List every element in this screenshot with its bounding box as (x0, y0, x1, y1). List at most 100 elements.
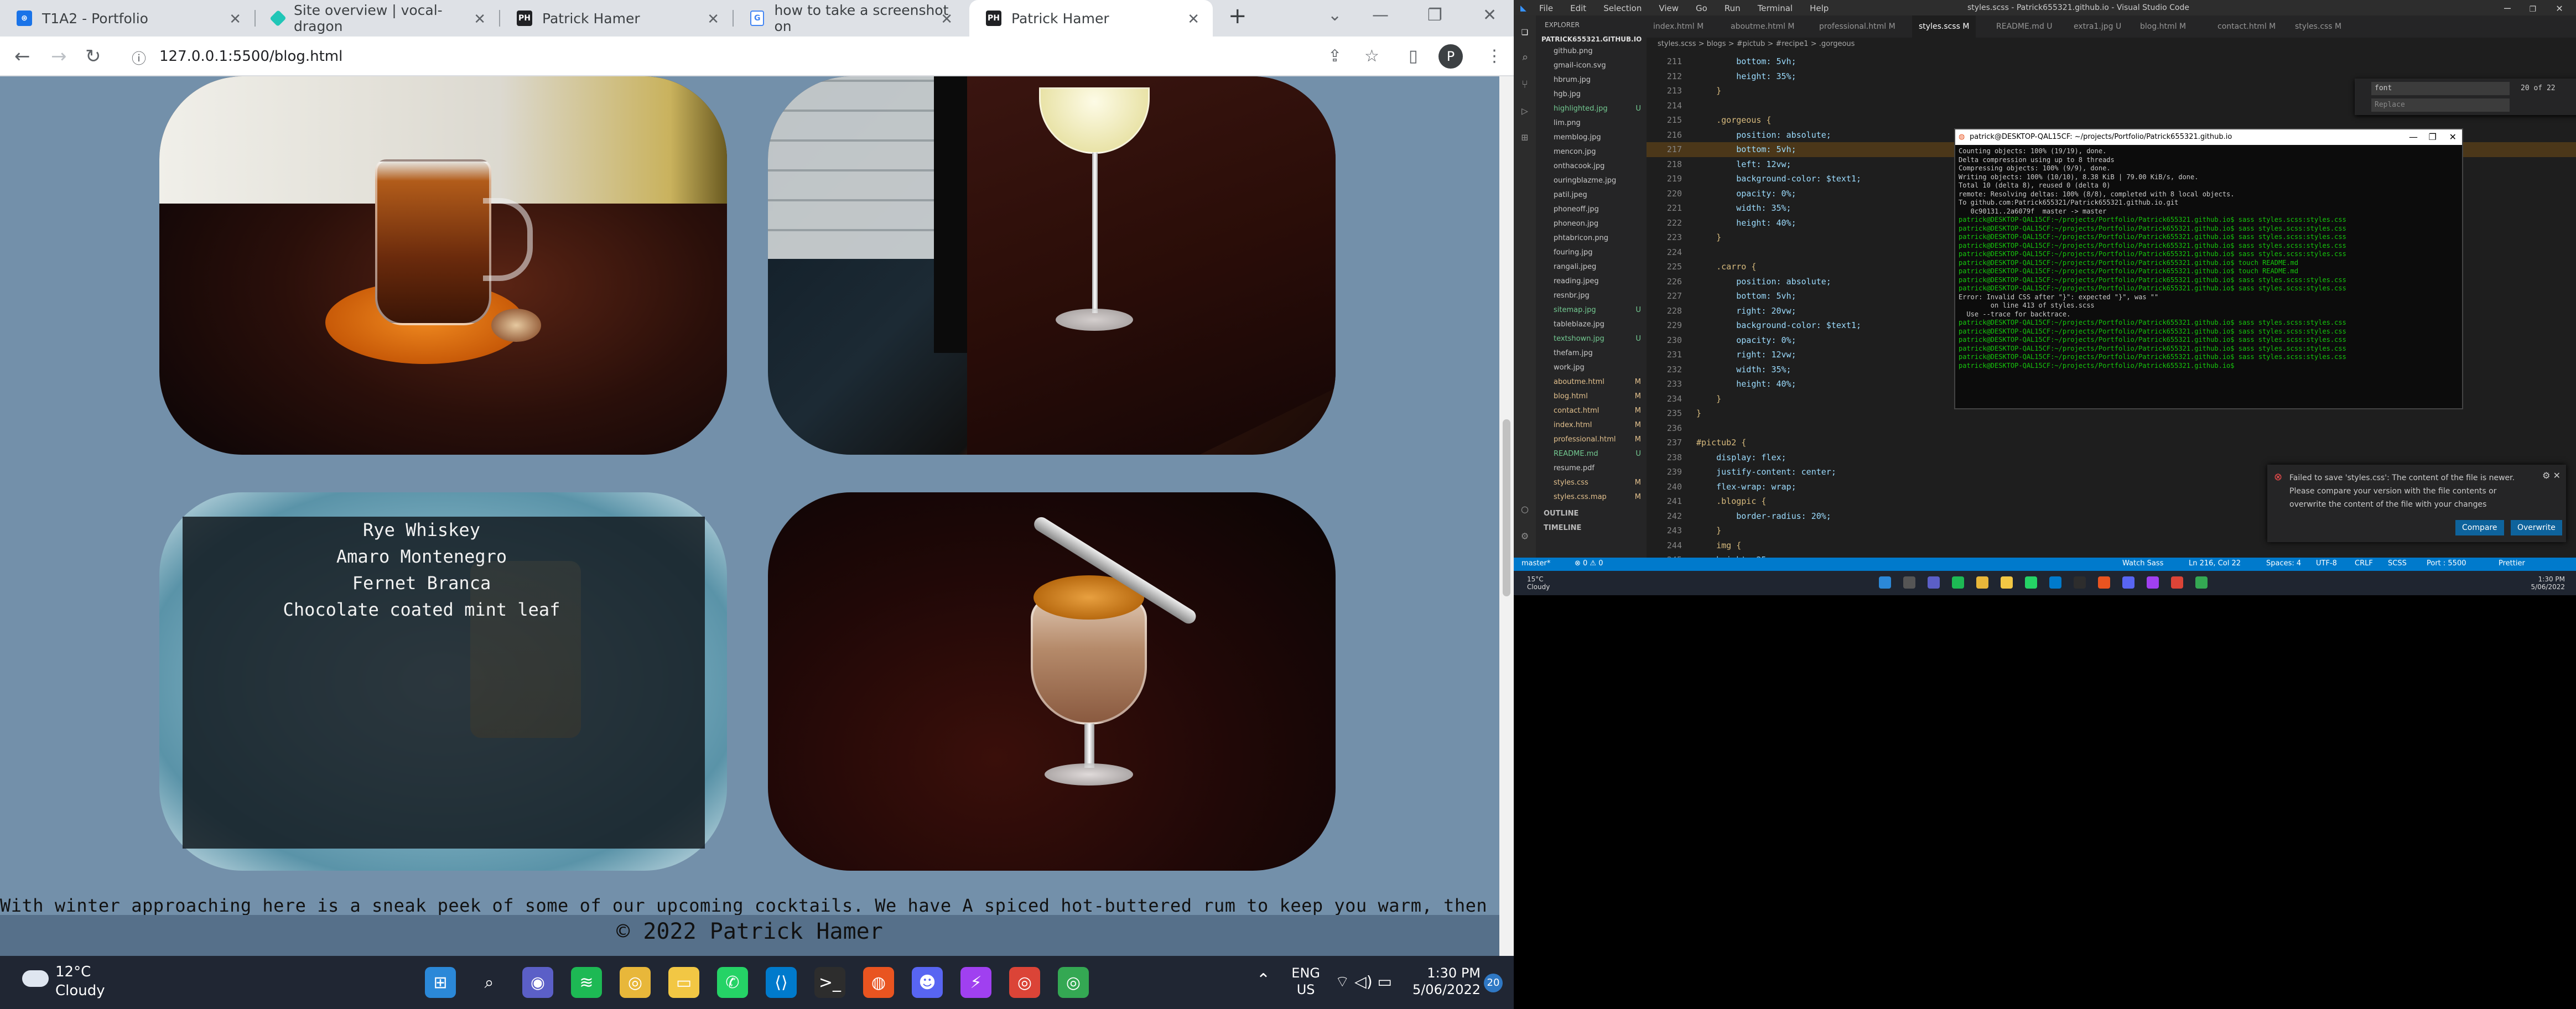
file-item[interactable]: professional.html M (1536, 433, 1647, 447)
menu-item[interactable]: Terminal (1758, 3, 1793, 13)
editor-tab[interactable]: extra1.jpg U (2067, 15, 2128, 38)
search-icon[interactable]: ⌕ (1518, 51, 1531, 64)
file-item[interactable]: phoneon.jpg (1536, 217, 1647, 231)
file-item[interactable]: index.html M (1536, 418, 1647, 433)
branch-status[interactable]: master* (1521, 559, 1550, 568)
file-item[interactable]: highlighted.jpg U (1536, 102, 1647, 116)
problems-status[interactable]: ⊗ 0 ⚠ 0 (1575, 559, 1603, 568)
menu-item[interactable]: Help (1810, 3, 1829, 13)
file-item[interactable]: rangali.jpeg (1536, 260, 1647, 274)
clock[interactable]: 1:30 PM 5/06/2022 (2531, 575, 2565, 591)
file-item[interactable]: fouring.jpg (1536, 246, 1647, 260)
mini-windows-start-icon[interactable] (1879, 576, 1891, 589)
mini-whatsapp-icon[interactable] (2025, 576, 2037, 589)
tab-search-chevron-icon[interactable]: ⌄ (1328, 6, 1342, 25)
project-folder[interactable]: PATRICK655321.GITHUB.IO (1536, 34, 1647, 44)
chrome-profile-icon[interactable]: ◎ (1009, 967, 1040, 998)
file-item[interactable]: mencon.jpg (1536, 145, 1647, 159)
mini-messenger-icon[interactable] (2147, 576, 2159, 589)
new-tab-button[interactable]: + (1228, 3, 1247, 29)
tab-google-search[interactable]: G how to take a screenshot on ✕ (734, 0, 966, 37)
weather-widget[interactable]: 15°C Cloudy (1527, 575, 1550, 591)
file-item[interactable]: hgb.jpg (1536, 87, 1647, 102)
address-bar[interactable]: ⓘ 127.0.0.1:5500/blog.html (117, 42, 1301, 71)
file-item[interactable]: memblog.jpg (1536, 131, 1647, 145)
back-arrow-icon[interactable]: ← (14, 45, 30, 67)
source-control-icon[interactable]: ⑂ (1518, 77, 1531, 91)
file-item[interactable]: work.jpg (1536, 361, 1647, 375)
cursor-position[interactable]: Ln 216, Col 22 (2189, 559, 2241, 568)
mini-teams-chat-icon[interactable] (1928, 576, 1940, 589)
info-icon[interactable]: ⓘ (132, 48, 146, 68)
prettier-status[interactable]: Prettier (2499, 559, 2525, 568)
file-item[interactable]: textshown.jpg U (1536, 332, 1647, 346)
editor-tab[interactable]: professional.html M (1812, 15, 1902, 38)
file-item[interactable]: tableblaze.jpg (1536, 318, 1647, 332)
file-item[interactable]: reading.jpeg (1536, 274, 1647, 289)
run-debug-icon[interactable]: ▷ (1518, 104, 1531, 117)
file-item[interactable]: thefam.jpg (1536, 346, 1647, 361)
compare-button[interactable]: Compare (2455, 520, 2504, 535)
outline-section[interactable]: OUTLINE (1536, 507, 1647, 521)
editor-tab[interactable]: styles.scss M (1912, 15, 1976, 38)
file-item[interactable]: ouringblazme.jpg (1536, 174, 1647, 188)
file-item[interactable]: phoneoff.jpg (1536, 202, 1647, 217)
close-icon[interactable]: ✕ (229, 11, 241, 28)
clock[interactable]: 1:30 PM 5/06/2022 (1412, 965, 1481, 998)
menu-item[interactable]: View (1659, 3, 1679, 13)
profile-avatar[interactable]: P (1438, 44, 1463, 69)
search-icon[interactable]: ⌕ (474, 967, 505, 998)
language-indicator[interactable]: ENG US (1291, 965, 1320, 998)
chrome-icon[interactable]: ◎ (620, 967, 651, 998)
restore-icon[interactable]: ❐ (1427, 6, 1442, 25)
indent-status[interactable]: Spaces: 4 (2266, 559, 2301, 568)
file-explorer-icon[interactable]: ▭ (668, 967, 699, 998)
extensions-icon[interactable]: ⊞ (1518, 131, 1531, 144)
replace-input[interactable]: Replace (2371, 98, 2510, 112)
timeline-section[interactable]: TIMELINE (1536, 521, 1647, 535)
mini-spotify-icon[interactable] (1952, 576, 1964, 589)
restore-icon[interactable]: ❐ (2530, 1, 2536, 14)
ubuntu-icon[interactable]: ◍ (863, 967, 894, 998)
file-item[interactable]: hbrum.jpg (1536, 73, 1647, 87)
tab-patrick-hamer-active[interactable]: PH Patrick Hamer ✕ (969, 0, 1213, 37)
file-item[interactable]: github.png (1536, 44, 1647, 59)
file-item[interactable]: styles.css M (1536, 476, 1647, 490)
overwrite-button[interactable]: Overwrite (2511, 520, 2562, 535)
restore-icon[interactable]: ❐ (2429, 129, 2437, 145)
teams-chat-icon[interactable]: ◉ (522, 967, 553, 998)
mini-vscode-icon[interactable] (2049, 576, 2061, 589)
code-line[interactable]: 237 #pictub2 { (1647, 435, 2576, 450)
close-icon[interactable]: ✕ (707, 11, 719, 28)
file-item[interactable]: aboutme.html M (1536, 375, 1647, 389)
gear-icon[interactable]: ⚙ (1518, 529, 1531, 542)
code-line[interactable]: 238 display: flex; (1647, 450, 2576, 465)
spotify-icon[interactable]: ≋ (571, 967, 602, 998)
file-item[interactable]: resume.pdf (1536, 461, 1647, 476)
mini-terminal-icon[interactable] (2074, 576, 2086, 589)
editor-tab[interactable]: aboutme.html M (1724, 15, 1801, 38)
minimize-icon[interactable]: — (2504, 1, 2511, 14)
sidebar-icon[interactable]: ▯ (1409, 45, 1418, 67)
mini-ubuntu-icon[interactable] (2098, 576, 2110, 589)
close-icon[interactable]: ✕ (474, 11, 486, 28)
eol-status[interactable]: CRLF (2355, 559, 2373, 568)
account-icon[interactable]: ◯ (1518, 502, 1531, 516)
close-window-icon[interactable]: ✕ (1483, 6, 1497, 25)
menu-item[interactable]: File (1539, 3, 1553, 13)
file-item[interactable]: README.md U (1536, 447, 1647, 461)
file-item[interactable]: styles.css.map M (1536, 490, 1647, 504)
file-item[interactable]: blog.html M (1536, 389, 1647, 404)
chevron-up-icon[interactable]: ⌃ (1256, 970, 1270, 990)
menu-kebab-icon[interactable]: ⋮ (1486, 45, 1503, 67)
encoding-status[interactable]: UTF-8 (2316, 559, 2337, 568)
mini-file-explorer-icon[interactable] (2001, 576, 2013, 589)
file-item[interactable]: onthacook.jpg (1536, 159, 1647, 174)
breadcrumb[interactable]: styles.scss > blogs > #pictub > #recipe1… (1658, 40, 1855, 48)
vscode-icon[interactable]: ⟨⟩ (766, 967, 797, 998)
forward-arrow-icon[interactable]: → (51, 45, 67, 67)
close-window-icon[interactable]: ✕ (2556, 1, 2563, 14)
menu-item[interactable]: Go (1696, 3, 1707, 13)
messenger-icon[interactable]: ⚡ (960, 967, 991, 998)
terminal-icon[interactable]: >_ (814, 967, 845, 998)
